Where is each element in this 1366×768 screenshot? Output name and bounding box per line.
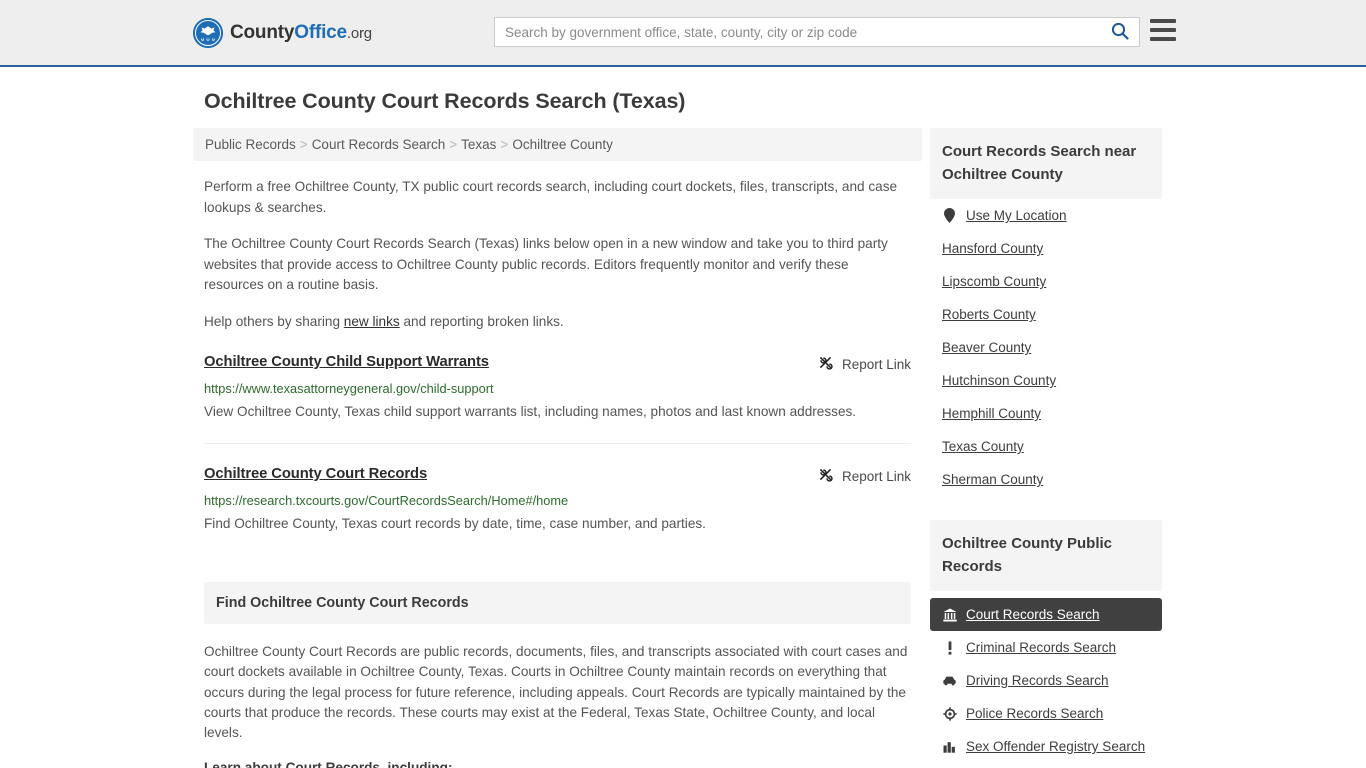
intro-paragraph-3: Help others by sharing new links and rep… (204, 312, 911, 333)
sidebar-item-label: Police Records Search (966, 706, 1104, 721)
result-header: Ochiltree County Court Records Report Li… (204, 466, 911, 485)
sidebar-item-hemphill-county[interactable]: Hemphill County (930, 397, 1162, 430)
building-icon (942, 740, 957, 753)
sidebar-item-label: Hemphill County (942, 406, 1042, 421)
result-url[interactable]: https://research.txcourts.gov/CourtRecor… (204, 493, 911, 508)
site-header: CountyOffice.org (0, 0, 1366, 67)
sidebar-item-label: Texas County (942, 439, 1024, 454)
learn-about-heading: Learn about Court Records, including: (204, 760, 453, 768)
sidebar-item-label: Court Records Search (966, 607, 1100, 622)
sidebar-item-sherman-county[interactable]: Sherman County (930, 463, 1162, 496)
main-content: Public Records > Court Records Search > Texa… (193, 128, 922, 768)
sidebar-item-texas-county[interactable]: Texas County (930, 430, 1162, 463)
search-icon (1111, 22, 1129, 43)
sidebar-item-court-records-search[interactable]: Court Records Search (930, 598, 1162, 631)
nearby-counties-card: Court Records Search near Ochiltree Coun… (930, 128, 1162, 496)
result-url[interactable]: https://www.texasattorneygeneral.gov/chi… (204, 381, 911, 396)
sidebar-item-label: Sherman County (942, 472, 1044, 487)
result-header: Ochiltree County Child Support Warrants … (204, 354, 911, 373)
public-records-heading: Ochiltree County Public Records (930, 520, 1162, 591)
report-link-button[interactable]: Report Link (818, 354, 911, 373)
intro-paragraph-1: Perform a free Ochiltree County, TX publ… (204, 179, 898, 215)
sidebar-item-lipscomb-county[interactable]: Lipscomb County (930, 265, 1162, 298)
search-input[interactable] (495, 18, 1101, 46)
exclamation-icon (942, 641, 957, 655)
sidebar-item-label: Use My Location (966, 208, 1067, 223)
sidebar-item-hansford-county[interactable]: Hansford County (930, 232, 1162, 265)
breadcrumb: Public Records > Court Records Search > Texa… (193, 128, 922, 161)
sidebar-item-roberts-county[interactable]: Roberts County (930, 298, 1162, 331)
intro-p3-before: Help others by sharing (204, 313, 344, 329)
map-pin-icon (942, 208, 957, 223)
sidebar-item-label: Hansford County (942, 241, 1044, 256)
police-badge-icon (942, 706, 957, 721)
nearby-counties-list: Use My Location Hansford County Lipscomb… (930, 199, 1162, 496)
find-section-heading: Find Ochiltree County Court Records (204, 582, 911, 624)
breadcrumb-item-1[interactable]: Court Records Search (312, 137, 446, 152)
breadcrumb-separator: > (500, 137, 509, 152)
result-item: Ochiltree County Child Support Warrants … (204, 332, 911, 422)
logo-text-office: Office (294, 21, 347, 43)
result-item: Ochiltree County Court Records Report Li… (204, 443, 911, 534)
breadcrumb-item-3[interactable]: Ochiltree County (512, 137, 613, 152)
sidebar-item-police-records-search[interactable]: Police Records Search (930, 697, 1162, 730)
broken-link-icon (818, 355, 833, 373)
result-description: Find Ochiltree County, Texas court recor… (204, 516, 706, 531)
sidebar-item-label: Sex Offender Registry Search (966, 739, 1146, 754)
search-button[interactable] (1101, 18, 1139, 46)
sidebar-item-label: Criminal Records Search (966, 640, 1117, 655)
hamburger-bar-2 (1150, 28, 1176, 32)
sidebar-item-use-my-location[interactable]: Use My Location (930, 199, 1162, 232)
intro-p3-after: and reporting broken links. (399, 313, 564, 329)
logo-text-org: .org (346, 24, 372, 42)
hamburger-bar-1 (1150, 19, 1176, 23)
sidebar-item-driving-records-search[interactable]: Driving Records Search (930, 664, 1162, 697)
car-icon (942, 675, 957, 686)
hamburger-bar-3 (1150, 37, 1176, 41)
breadcrumb-item-0[interactable]: Public Records (205, 137, 296, 152)
sidebar-item-label: Hutchinson County (942, 373, 1057, 388)
sidebar-item-criminal-records-search[interactable]: Criminal Records Search (930, 631, 1162, 664)
search-bar (494, 17, 1140, 47)
find-section-paragraph: Ochiltree County Court Records are publi… (204, 644, 908, 741)
new-links-link[interactable]: new links (344, 314, 400, 329)
site-logo[interactable]: CountyOffice.org (193, 17, 372, 48)
report-link-label: Report Link (841, 468, 911, 484)
public-records-card: Ochiltree County Public Records Court Re… (930, 520, 1162, 763)
result-title-link[interactable]: Ochiltree County Court Records (204, 466, 427, 482)
sidebar-item-label: Lipscomb County (942, 274, 1047, 289)
intro-paragraph-2: The Ochiltree County Court Records Searc… (204, 236, 888, 292)
sidebar: Court Records Search near Ochiltree Coun… (930, 128, 1162, 768)
result-description: View Ochiltree County, Texas child suppo… (204, 404, 857, 419)
logo-text-county: County (230, 21, 295, 43)
sidebar-item-sex-offender-registry-search[interactable]: Sex Offender Registry Search (930, 730, 1162, 763)
breadcrumb-separator: > (449, 137, 458, 152)
broken-link-icon (818, 467, 833, 485)
sidebar-item-label: Beaver County (942, 340, 1032, 355)
hamburger-menu-icon[interactable] (1150, 19, 1176, 41)
breadcrumb-item-2[interactable]: Texas (461, 137, 496, 152)
page-container: Ochiltree County Court Records Search (T… (0, 89, 1366, 768)
sidebar-item-label: Roberts County (942, 307, 1036, 322)
logo-text: CountyOffice.org (230, 22, 372, 44)
result-title-link[interactable]: Ochiltree County Child Support Warrants (204, 354, 489, 370)
eagle-seal-icon (193, 17, 223, 48)
page-title: Ochiltree County Court Records Search (T… (204, 89, 686, 113)
courthouse-icon (942, 608, 957, 622)
nearby-counties-heading: Court Records Search near Ochiltree Coun… (930, 128, 1162, 199)
report-link-label: Report Link (841, 356, 911, 372)
sidebar-item-label: Driving Records Search (966, 673, 1109, 688)
sidebar-item-hutchinson-county[interactable]: Hutchinson County (930, 364, 1162, 397)
sidebar-item-beaver-county[interactable]: Beaver County (930, 331, 1162, 364)
public-records-list: Court Records Search Criminal Records Se… (930, 598, 1162, 763)
breadcrumb-separator: > (299, 137, 308, 152)
report-link-button[interactable]: Report Link (818, 466, 911, 485)
content-columns: Public Records > Court Records Search > Texa… (193, 128, 1366, 768)
